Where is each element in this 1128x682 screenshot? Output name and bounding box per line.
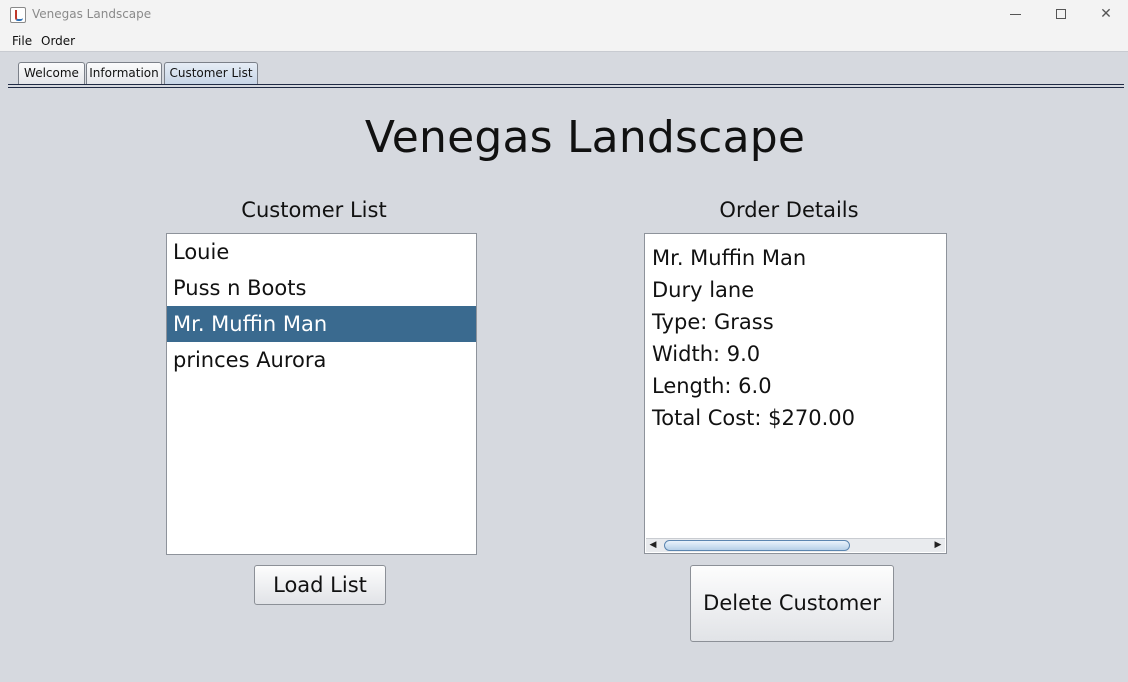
customer-list-label: Customer List — [241, 198, 387, 222]
page-title: Venegas Landscape — [364, 112, 806, 163]
tab-divider — [8, 84, 1124, 85]
close-button[interactable]: ✕ — [1083, 0, 1128, 30]
menu-order[interactable]: Order — [41, 34, 75, 48]
detail-type: Type: Grass — [652, 310, 774, 334]
customer-list[interactable]: Louie Puss n Boots Mr. Muffin Man prince… — [166, 233, 477, 555]
minimize-icon — [1009, 13, 1021, 15]
detail-name: Mr. Muffin Man — [652, 246, 807, 270]
detail-total-cost: Total Cost: $270.00 — [652, 406, 855, 430]
load-list-button[interactable]: Load List — [254, 565, 386, 605]
java-app-icon — [10, 7, 26, 23]
order-details-text: Mr. Muffin Man Dury lane Type: Grass Wid… — [652, 242, 855, 434]
detail-width: Width: 9.0 — [652, 342, 761, 366]
maximize-icon — [1056, 9, 1066, 19]
scroll-thumb[interactable] — [664, 540, 850, 551]
tab-welcome[interactable]: Welcome — [18, 62, 85, 85]
maximize-button[interactable] — [1038, 0, 1084, 30]
detail-address: Dury lane — [652, 278, 755, 302]
menu-file[interactable]: File — [12, 34, 32, 48]
window-title: Venegas Landscape — [32, 7, 152, 21]
list-item[interactable]: Louie — [167, 234, 476, 270]
minimize-button[interactable] — [992, 0, 1038, 30]
tab-information[interactable]: Information — [86, 62, 162, 85]
tab-divider — [8, 87, 1124, 88]
list-item[interactable]: princes Aurora — [167, 342, 476, 378]
order-details-textarea[interactable]: Mr. Muffin Man Dury lane Type: Grass Wid… — [644, 233, 947, 554]
scroll-right-arrow-icon[interactable]: ▶ — [931, 539, 945, 552]
tab-customer-list[interactable]: Customer List — [164, 62, 258, 85]
detail-length: Length: 6.0 — [652, 374, 772, 398]
scroll-left-arrow-icon[interactable]: ◀ — [646, 539, 660, 552]
list-item-selected[interactable]: Mr. Muffin Man — [167, 306, 476, 342]
title-bar: Venegas Landscape ✕ — [0, 0, 1128, 30]
menu-bar: File Order — [0, 30, 1128, 52]
horizontal-scrollbar[interactable]: ◀ ▶ — [646, 538, 945, 552]
delete-customer-button[interactable]: Delete Customer — [690, 565, 894, 642]
list-item[interactable]: Puss n Boots — [167, 270, 476, 306]
order-details-label: Order Details — [719, 198, 859, 222]
